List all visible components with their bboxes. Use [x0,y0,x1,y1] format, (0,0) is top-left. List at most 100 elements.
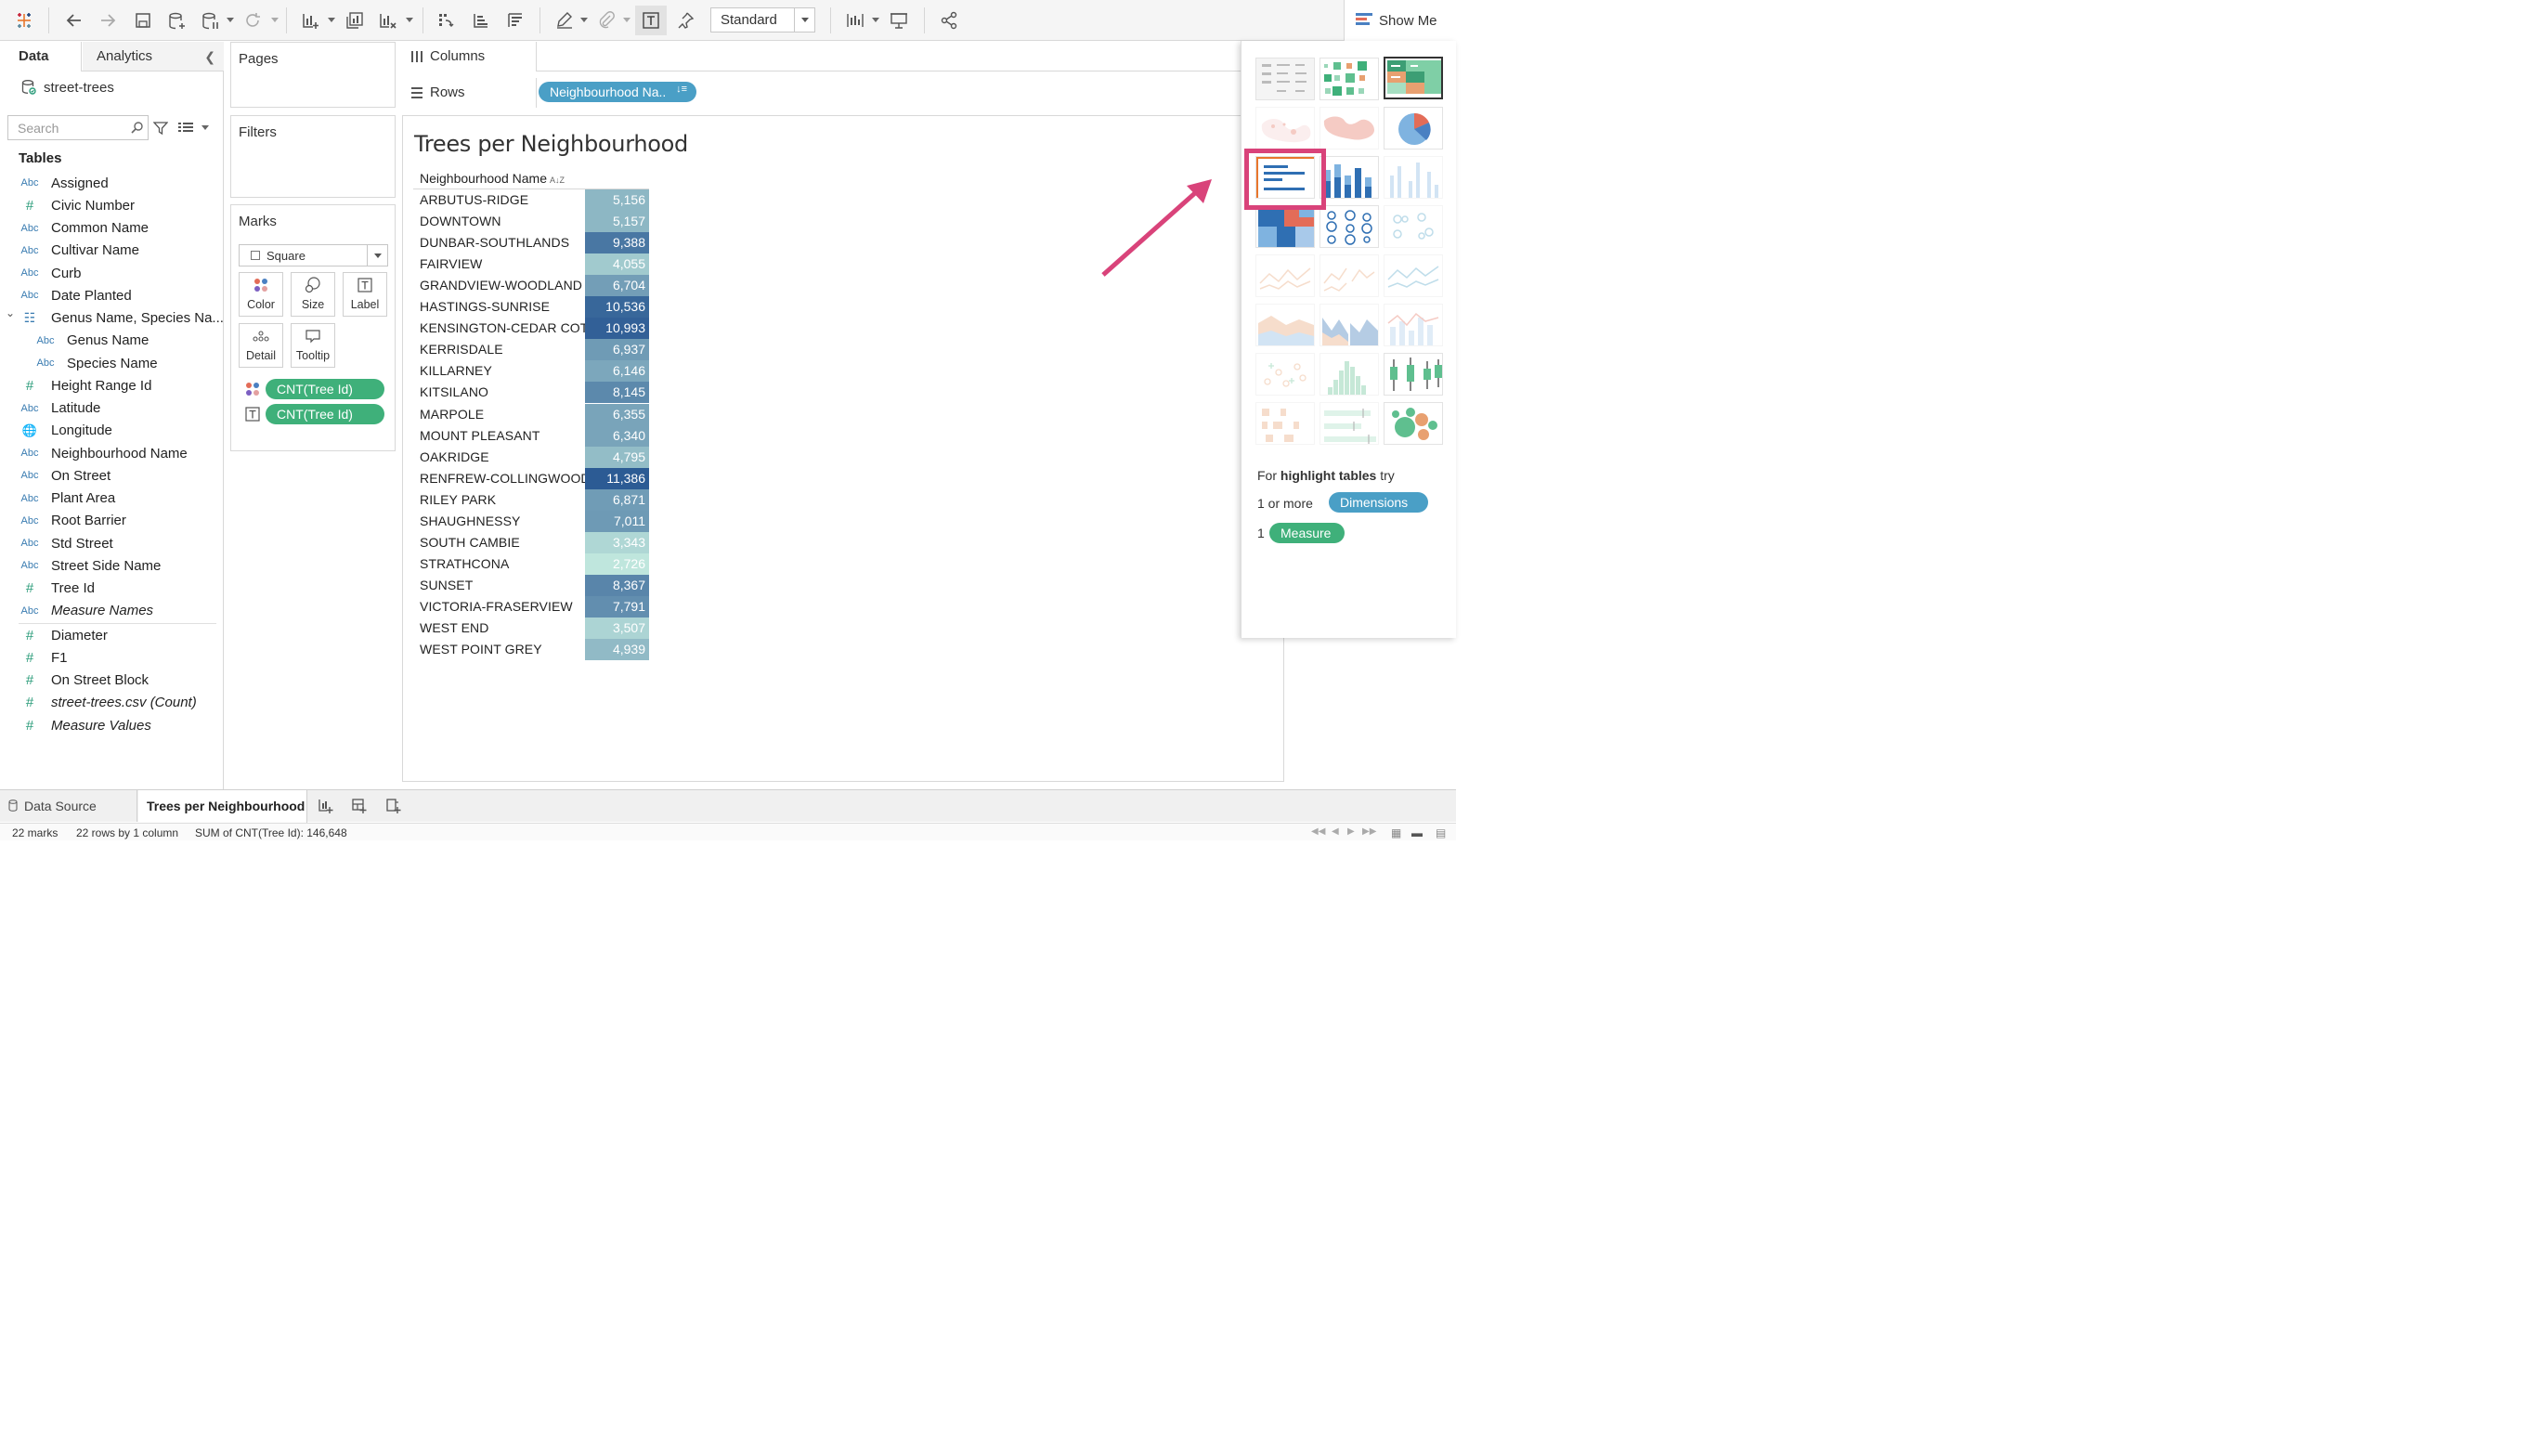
tooltip-button[interactable]: Tooltip [291,323,335,368]
chart-highlight-table[interactable] [1384,57,1443,99]
save-icon[interactable] [130,6,156,35]
table-row[interactable]: STRATHCONA 2,726 [413,552,649,575]
presentation-icon[interactable] [886,6,912,35]
field-item[interactable]: Abc Common Name [0,218,150,239]
field-item[interactable]: Abc Curb [0,263,82,283]
value-cell[interactable]: 8,367 [585,574,649,596]
row-header[interactable]: MARPOLE [420,407,585,422]
clear-sheet-icon[interactable] [374,6,400,35]
show-me-button[interactable]: Show Me [1344,0,1456,41]
table-row[interactable]: DOWNTOWN 5,157 [413,211,649,233]
filters-shelf[interactable]: Filters [230,115,396,198]
chart-circle-views[interactable] [1320,205,1379,248]
sort-az-icon[interactable]: A↓Z [550,176,565,185]
row-header[interactable]: OAKRIDGE [420,449,585,464]
field-item[interactable]: Abc Plant Area [0,488,116,509]
row-header[interactable]: WEST POINT GREY [420,642,585,656]
chart-text-table[interactable] [1255,58,1315,100]
table-row[interactable]: MOUNT PLEASANT 6,340 [413,424,649,447]
new-datasource-icon[interactable] [163,6,189,35]
tab-data-source[interactable]: Data Source [0,790,137,822]
grid-view-icon[interactable]: ▦ [1391,826,1401,839]
chart-symbol-map[interactable] [1255,107,1315,150]
table-row[interactable]: WEST END 3,507 [413,618,649,639]
tab-data[interactable]: Data [0,42,82,72]
value-cell[interactable]: 6,355 [585,403,649,425]
row-header[interactable]: SUNSET [420,578,585,592]
table-row[interactable]: SHAUGHNESSY 7,011 [413,510,649,532]
collapse-pane-icon[interactable]: ❮ [204,49,215,65]
show-labels-icon[interactable] [635,6,667,35]
next-sheet-icon[interactable]: ▶ [1347,826,1355,837]
sort-descending-icon[interactable] [502,6,528,35]
value-cell[interactable]: 7,791 [585,595,649,618]
pause-updates-icon[interactable] [197,6,223,35]
new-worksheet-tab-icon[interactable] [318,798,334,814]
row-header[interactable]: KERRISDALE [420,342,585,357]
new-dashboard-tab-icon[interactable] [351,798,368,814]
value-cell[interactable]: 3,343 [585,531,649,553]
row-header[interactable]: GRANDVIEW-WOODLAND [420,278,585,292]
row-header[interactable]: ARBUTUS-RIDGE [420,192,585,207]
row-header[interactable]: FAIRVIEW [420,256,585,271]
chart-packed-bubbles[interactable] [1384,402,1443,445]
row-header[interactable]: STRATHCONA [420,556,585,571]
value-cell[interactable]: 2,726 [585,552,649,575]
field-item[interactable]: # F1 [0,647,68,668]
value-cell[interactable]: 4,795 [585,446,649,468]
back-icon[interactable] [61,6,87,35]
chart-side-by-side-circles[interactable] [1384,205,1443,248]
filmstrip-view-icon[interactable]: ▬ [1411,826,1423,839]
pin-icon[interactable] [672,6,698,35]
duplicate-icon[interactable] [342,6,368,35]
new-story-tab-icon[interactable] [385,798,402,814]
value-cell[interactable]: 6,871 [585,488,649,511]
row-header[interactable]: KILLARNEY [420,363,585,378]
chart-pie[interactable] [1384,107,1443,150]
tableau-logo-icon[interactable] [11,6,37,35]
row-header[interactable]: KENSINGTON-CEDAR COT.. [420,320,585,335]
forward-icon[interactable] [95,6,121,35]
field-item[interactable]: Abc Street Side Name [0,555,162,576]
row-header[interactable]: SHAUGHNESSY [420,514,585,528]
filter-icon[interactable] [153,121,168,136]
row-header[interactable]: WEST END [420,620,585,635]
field-item[interactable]: Abc Cultivar Name [0,240,140,261]
group-icon[interactable] [593,6,619,35]
swap-rows-columns-icon[interactable] [433,6,459,35]
chart-area-discrete[interactable] [1320,304,1379,346]
size-button[interactable]: Size [291,272,335,317]
chart-dual-combination[interactable] [1384,304,1443,346]
highlight-icon[interactable] [552,6,578,35]
value-cell[interactable]: 9,388 [585,232,649,254]
table-row[interactable]: RENFREW-COLLINGWOOD 11,386 [413,467,649,489]
table-row[interactable]: OAKRIDGE 4,795 [413,446,649,468]
value-cell[interactable]: 4,939 [585,639,649,661]
tab-sheet-active[interactable]: Trees per Neighbourhood [138,790,307,823]
datasource-item[interactable]: street-trees [21,79,114,96]
table-row[interactable]: FAIRVIEW 4,055 [413,254,649,276]
share-icon[interactable] [936,6,962,35]
chart-lines-continuous[interactable] [1255,254,1315,297]
table-row[interactable]: KERRISDALE 6,937 [413,339,649,361]
value-cell[interactable]: 6,146 [585,360,649,383]
chevron-down-icon[interactable] [794,8,814,32]
tabs-view-icon[interactable]: ▤ [1436,826,1446,839]
row-header[interactable]: VICTORIA-FRASERVIEW [420,599,585,614]
value-cell[interactable]: 8,145 [585,382,649,404]
value-cell[interactable]: 7,011 [585,510,649,532]
field-item[interactable]: Abc Std Street [0,533,113,553]
field-item[interactable]: # Measure Values [0,715,151,735]
chart-box-plot[interactable] [1384,353,1443,396]
refresh-icon[interactable] [240,6,266,35]
chart-histogram[interactable] [1320,353,1379,396]
detail-button[interactable]: Detail [239,323,283,368]
rows-shelf[interactable]: Rows Neighbourhood Na.. ↓≡ [402,78,1284,108]
chart-lines-discrete[interactable] [1320,254,1379,297]
table-row[interactable]: VICTORIA-FRASERVIEW 7,791 [413,595,649,618]
column-header[interactable]: Neighbourhood Name A↓Z [420,171,565,186]
search-input[interactable]: Search [7,115,149,140]
row-header[interactable]: RENFREW-COLLINGWOOD [420,471,585,486]
field-item[interactable]: # On Street Block [0,670,149,691]
value-cell[interactable]: 11,386 [585,467,649,489]
